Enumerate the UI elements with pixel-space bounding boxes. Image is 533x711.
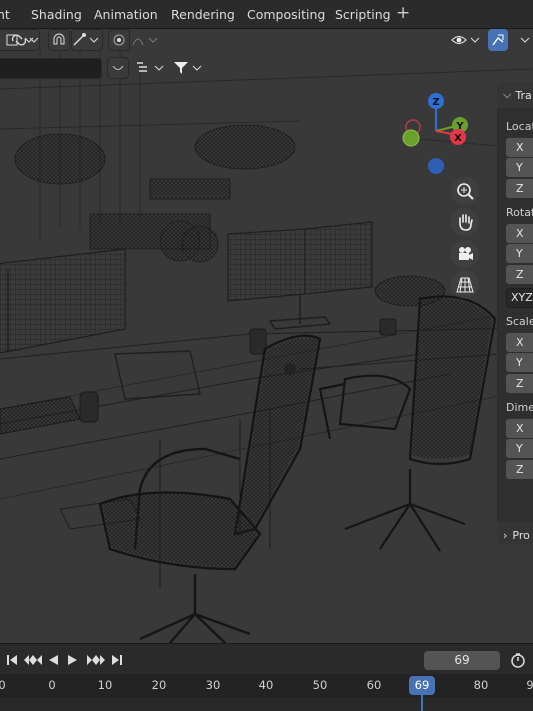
- scale-label: Scale: [506, 315, 533, 328]
- jump-start-icon: [7, 655, 17, 665]
- current-frame-field[interactable]: 69: [424, 651, 500, 670]
- prev-keyframe-button[interactable]: [22, 652, 44, 668]
- next-keyframe-button[interactable]: [85, 652, 107, 668]
- neg-y-axis[interactable]: [402, 129, 420, 147]
- search-input[interactable]: [0, 58, 102, 79]
- tab-animation[interactable]: Animation: [94, 7, 158, 22]
- gizmo-dropdown-icon[interactable]: [510, 29, 533, 51]
- ruler-tick-label: 50: [312, 678, 328, 692]
- jump-end-button[interactable]: [109, 652, 125, 668]
- playhead-frame-indicator[interactable]: 69: [409, 676, 435, 695]
- pan-hand-icon: [459, 214, 473, 231]
- add-workspace-button[interactable]: +: [396, 3, 410, 23]
- location-z-field[interactable]: Z: [506, 179, 533, 198]
- gizmo-toggle-icon[interactable]: [488, 29, 508, 51]
- transform-panel-title: Tra: [515, 88, 532, 102]
- playback-options-button[interactable]: [508, 652, 528, 668]
- ruler-tick-label: 0: [48, 678, 56, 692]
- zoom-button[interactable]: [451, 177, 479, 205]
- next-keyframe-icon: [87, 655, 105, 665]
- dimensions-label: Dime: [506, 401, 533, 414]
- zoom-icon: [457, 183, 474, 200]
- filter-list-icon[interactable]: [134, 57, 168, 79]
- rotation-x-field[interactable]: X: [506, 224, 533, 243]
- z-axis-label: Z: [432, 97, 439, 108]
- timeline-header: 69: [0, 643, 533, 674]
- timeline-ruler[interactable]: 0 0 10 20 30 40 50 60 80 9: [0, 674, 533, 697]
- orientation-gizmo[interactable]: Z Y X: [396, 87, 486, 187]
- funnel-filter-icon[interactable]: [172, 57, 206, 79]
- ortho-toggle-button[interactable]: [451, 271, 479, 299]
- rotation-y-field[interactable]: Y: [506, 244, 533, 263]
- camera-view-button[interactable]: [451, 240, 479, 268]
- proportional-edit-icon[interactable]: [108, 29, 130, 51]
- sidebar-n-panel: ⌵ Tra Locat X Y Z Rotat X Y Z XYZ Scale …: [497, 82, 533, 544]
- snap-magnet-icon[interactable]: [48, 29, 70, 51]
- prev-keyframe-icon: [24, 655, 42, 665]
- neg-z-axis[interactable]: [428, 158, 444, 174]
- play-reverse-icon: [49, 655, 58, 665]
- falloff-curve-icon[interactable]: [131, 29, 161, 51]
- ruler-tick-label: 60: [366, 678, 382, 692]
- 3d-viewport[interactable]: Z Y X ⌵ Tra Locat X Y Z Rotat X Y Z XYZ …: [0, 29, 533, 643]
- rotation-label: Rotat: [506, 206, 533, 219]
- pan-button[interactable]: [451, 208, 479, 236]
- ortho-grid-icon: [456, 277, 474, 293]
- x-axis-label: X: [454, 133, 462, 144]
- tab-shading[interactable]: Shading: [31, 7, 82, 22]
- tab-layout[interactable]: nt: [0, 7, 10, 22]
- dimensions-x-field[interactable]: X: [506, 419, 533, 438]
- tab-rendering[interactable]: Rendering: [171, 7, 235, 22]
- stopwatch-icon: [511, 653, 525, 668]
- ruler-tick-label: 20: [151, 678, 167, 692]
- camera-icon: [459, 247, 473, 260]
- jump-end-icon: [112, 655, 122, 665]
- location-y-field[interactable]: Y: [506, 158, 533, 177]
- ruler-tick-label: 0: [0, 678, 6, 692]
- workspace-tab-bar: nt Shading Animation Rendering Compositi…: [0, 0, 533, 29]
- play-button[interactable]: [65, 652, 81, 668]
- play-reverse-button[interactable]: [45, 652, 61, 668]
- ruler-tick-label: 9: [526, 678, 533, 692]
- scale-z-field[interactable]: Z: [506, 374, 533, 393]
- link-icon[interactable]: [8, 29, 42, 51]
- playhead-line[interactable]: [421, 695, 423, 711]
- location-x-field[interactable]: X: [506, 138, 533, 157]
- location-label: Locat: [506, 120, 533, 133]
- dimensions-z-field[interactable]: Z: [506, 460, 533, 479]
- ruler-tick-label: 80: [473, 678, 489, 692]
- snap-target-icon[interactable]: [71, 29, 103, 51]
- visibility-eye-icon[interactable]: [450, 29, 484, 51]
- chevron-right-icon: ›: [503, 528, 508, 542]
- dimensions-y-field[interactable]: Y: [506, 439, 533, 458]
- properties-panel-title: Pro: [512, 528, 530, 542]
- ruler-tick-label: 30: [205, 678, 221, 692]
- rotation-z-field[interactable]: Z: [506, 265, 533, 284]
- overlay-toggle-icon[interactable]: [107, 57, 129, 79]
- rotation-mode-select[interactable]: XYZ: [506, 288, 533, 308]
- jump-start-button[interactable]: [4, 652, 20, 668]
- properties-panel-header[interactable]: › Pro: [497, 522, 533, 544]
- transform-panel-header[interactable]: ⌵ Tra: [497, 82, 533, 108]
- chevron-down-icon: ⌵: [503, 88, 512, 101]
- scale-x-field[interactable]: X: [506, 333, 533, 352]
- ruler-tick-label: 10: [97, 678, 113, 692]
- tab-compositing[interactable]: Compositing: [247, 7, 325, 22]
- tab-scripting[interactable]: Scripting: [335, 7, 391, 22]
- play-icon: [68, 655, 77, 665]
- ruler-tick-label: 40: [258, 678, 274, 692]
- scale-y-field[interactable]: Y: [506, 353, 533, 372]
- timeline-track-area[interactable]: [0, 697, 533, 711]
